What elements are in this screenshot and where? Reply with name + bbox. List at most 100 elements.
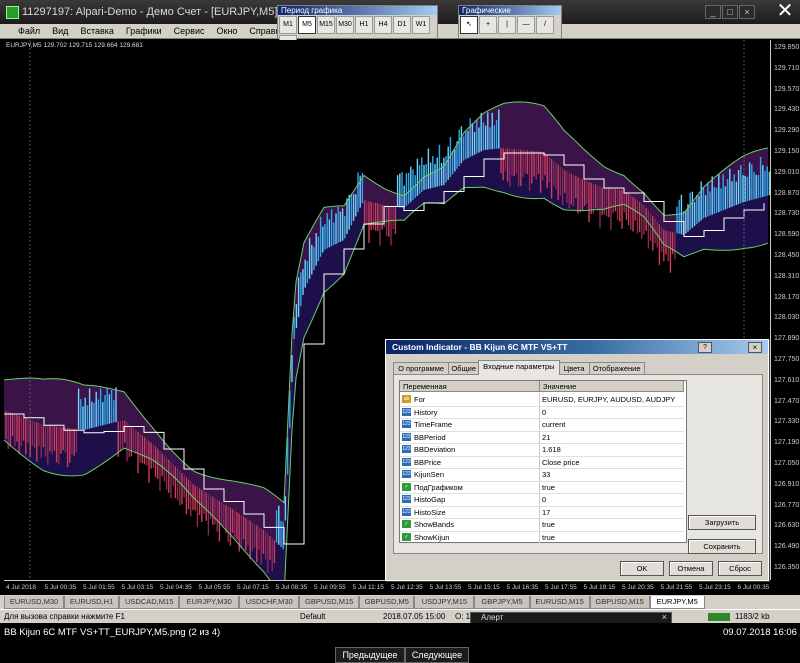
parameter-row[interactable]: ✓ ПодГрафиком true: [400, 480, 684, 494]
parameter-value[interactable]: 0: [542, 408, 546, 417]
trendline-icon[interactable]: /: [536, 16, 554, 34]
save-button[interactable]: Сохранить: [688, 539, 756, 554]
price-label: 128.170: [774, 293, 800, 301]
parameter-name: BBPeriod: [414, 432, 446, 442]
parameter-value[interactable]: 17: [542, 508, 550, 517]
parameter-type-icon: ✓: [402, 482, 411, 491]
drawing-tools-title: Графические инструменты: [459, 6, 561, 24]
parameter-row[interactable]: 123 KijunSen 33: [400, 468, 684, 482]
parameter-name: ShowBands: [414, 520, 455, 529]
chart-tab[interactable]: USDCAD,M15: [119, 596, 180, 609]
timeframe-button-m15[interactable]: M15: [317, 16, 335, 34]
dialog-tab[interactable]: Входные параметры: [478, 360, 560, 375]
window-close-icon[interactable]: ×: [739, 5, 755, 19]
parameter-row[interactable]: 123 BBPeriod 21: [400, 430, 684, 444]
dialog-title-bar[interactable]: Custom Indicator - BB Kijun 6C MTF VS+TT…: [386, 340, 768, 354]
time-label: 5 Jul 08:35: [275, 584, 308, 591]
parameter-value[interactable]: 0: [542, 495, 546, 504]
parameter-row[interactable]: ✓ ShowKijun true: [400, 530, 684, 544]
parameter-value[interactable]: 21: [542, 433, 550, 442]
grid-header-variable: Переменная: [400, 381, 540, 392]
parameter-row[interactable]: 123 TimeFrame current: [400, 418, 684, 432]
chart-tab[interactable]: USDCHF,M30: [239, 596, 300, 609]
viewer-close-icon[interactable]: ✕: [770, 0, 800, 22]
cursor-icon[interactable]: ↖: [460, 16, 478, 34]
load-button[interactable]: Загрузить: [688, 515, 756, 530]
parameter-row[interactable]: 123 BBDeviation 1.618: [400, 443, 684, 457]
cancel-button[interactable]: Отмена: [669, 561, 713, 576]
chart-tab[interactable]: EURJPY,M5: [649, 596, 705, 609]
price-label: 128.030: [774, 314, 800, 322]
alert-close-icon[interactable]: ×: [662, 612, 667, 622]
chart-tab[interactable]: EURUSD,M15: [529, 596, 590, 609]
price-label: 127.190: [774, 439, 800, 447]
chart-tab[interactable]: EURUSD,H1: [64, 596, 120, 609]
time-label: 5 Jul 12:35: [391, 584, 423, 591]
price-label: 126.490: [774, 543, 800, 551]
viewer-caption: BB Kijun 6C MTF VS+TT_EURJPY,M5.png (2 и…: [4, 627, 221, 638]
ok-button[interactable]: OK: [620, 561, 664, 576]
parameter-value[interactable]: EURUSD, EURJPY, AUDUSD, AUDJPY: [542, 395, 675, 404]
chart-tab[interactable]: GBPUSD,M15: [299, 596, 360, 609]
timeframe-button-w1[interactable]: W1: [412, 16, 430, 34]
menu-insert[interactable]: Вставка: [74, 24, 119, 38]
price-label: 127.750: [774, 356, 800, 363]
minimize-icon[interactable]: _: [705, 5, 721, 19]
parameter-type-icon: 123: [402, 470, 411, 478]
vertical-line-icon[interactable]: |: [498, 16, 516, 34]
parameter-value[interactable]: current: [542, 420, 565, 429]
parameter-type-icon: 123: [402, 432, 411, 441]
chart-tab[interactable]: GBPJPY,M5: [474, 596, 530, 609]
menu-window[interactable]: Окно: [211, 24, 244, 38]
parameter-row[interactable]: ✓ ShowBands true: [400, 518, 684, 532]
chart-tab[interactable]: GBPUSD,M5: [359, 596, 415, 609]
chart-tab[interactable]: GBPUSD,M15: [589, 596, 650, 609]
timeframe-button-d1[interactable]: D1: [393, 16, 411, 34]
app-icon: [6, 6, 19, 19]
parameter-value[interactable]: Close price: [542, 458, 580, 467]
parameters-grid[interactable]: Переменная Значение ab For EURUSD, EURJPY,…: [399, 380, 687, 544]
chart-tab[interactable]: USDJPY,M15: [414, 596, 475, 609]
timeframe-button-m1[interactable]: M1: [279, 16, 297, 34]
parameter-value[interactable]: 1.618: [542, 445, 561, 454]
time-label: 5 Jul 01:55: [83, 584, 115, 591]
crosshair-icon[interactable]: +: [479, 16, 497, 34]
menu-file[interactable]: Файл: [0, 24, 46, 38]
timeframe-button-h1[interactable]: H1: [355, 16, 373, 34]
dialog-help-icon[interactable]: ?: [698, 342, 712, 353]
horizontal-line-icon[interactable]: —: [517, 16, 535, 34]
parameter-row[interactable]: ab For EURUSD, EURJPY, AUDUSD, AUDJPY: [400, 393, 684, 407]
parameter-name: HistoGap: [414, 495, 446, 504]
reset-button[interactable]: Сброс: [718, 561, 762, 576]
time-label: 5 Jul 04:35: [160, 584, 192, 591]
parameter-row[interactable]: 123 HistoGap 0: [400, 493, 684, 507]
prev-image-button[interactable]: Предыдущее: [335, 647, 405, 663]
timeframe-button-m5[interactable]: M5: [298, 16, 316, 34]
connection-bars-icon: [708, 613, 730, 621]
timeframe-button-m30[interactable]: M30: [336, 16, 354, 34]
chart-tab[interactable]: EURJPY,M30: [179, 596, 240, 609]
menu-charts[interactable]: Графики: [120, 24, 168, 38]
time-label: 5 Jul 17:55: [545, 584, 577, 591]
time-label: 5 Jul 23:15: [699, 584, 731, 591]
menu-view[interactable]: Вид: [46, 24, 74, 38]
parameter-value[interactable]: true: [542, 533, 555, 542]
parameter-value[interactable]: 33: [542, 470, 550, 479]
parameter-row[interactable]: 123 History 0: [400, 405, 684, 419]
parameter-value[interactable]: true: [542, 483, 555, 492]
grid-header-value: Значение: [540, 381, 684, 392]
timeframe-button-h4[interactable]: H4: [374, 16, 392, 34]
parameter-row[interactable]: 123 HistoSize 17: [400, 505, 684, 519]
chart-tab[interactable]: EURUSD,M30: [4, 596, 64, 609]
parameter-row[interactable]: 123 BBPrice Close price: [400, 455, 684, 469]
parameter-type-icon: 123: [402, 495, 411, 503]
dialog-close-icon[interactable]: ×: [748, 342, 762, 353]
menu-tools[interactable]: Сервис: [168, 24, 211, 38]
time-axis: 4 Jul 2018 5 Jul 00:35 5 Jul 01:55 5 Jul 03…: [4, 580, 770, 595]
status-datetime: 2018.07.05 15:00: [383, 612, 446, 621]
time-label: 5 Jul 03:15: [121, 584, 154, 591]
maximize-icon[interactable]: □: [722, 5, 738, 19]
parameter-value[interactable]: true: [542, 520, 555, 529]
next-image-button[interactable]: Следующее: [405, 647, 469, 663]
drawing-tools-toolbar: Графические инструменты ↖+|—/: [458, 5, 562, 39]
